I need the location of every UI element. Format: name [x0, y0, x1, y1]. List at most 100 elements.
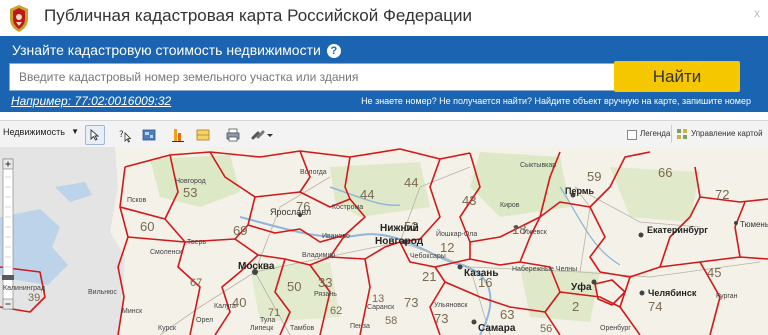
city-label[interactable]: Самара	[478, 323, 515, 334]
region-number: 50	[287, 279, 302, 294]
region-number: 74	[648, 299, 663, 314]
print-button[interactable]	[223, 125, 243, 145]
city-label[interactable]: Чебоксары	[410, 253, 446, 260]
city-label[interactable]: Нижний	[380, 223, 419, 234]
city-label[interactable]: Смоленск	[150, 249, 182, 256]
legend-checkbox[interactable]	[627, 130, 637, 140]
city-label[interactable]: Орел	[196, 317, 213, 324]
layer-select-value: Недвижимость	[3, 127, 65, 137]
region-number: 39	[28, 292, 41, 304]
city-label[interactable]: Тверь	[187, 239, 206, 246]
chevron-down-icon: ▼	[71, 127, 79, 136]
region-number: 73	[434, 311, 449, 326]
page-title: Публичная кадастровая карта Российской Ф…	[44, 6, 472, 25]
city-label[interactable]: Тула	[260, 317, 275, 324]
region-number: 63	[500, 307, 515, 322]
city-label[interactable]: Новгород	[175, 178, 206, 185]
region-number: 45	[707, 265, 722, 280]
city-label[interactable]: Псков	[127, 197, 146, 204]
region-number: 2	[572, 299, 580, 314]
region-number: 66	[658, 165, 673, 180]
city-label[interactable]: Ижевск	[523, 229, 547, 236]
region-number: 33	[318, 275, 333, 290]
city-label[interactable]: Москва	[238, 261, 274, 272]
city-label[interactable]: Минск	[122, 308, 142, 315]
area-icon	[196, 129, 210, 141]
city-label[interactable]: Тюмень	[740, 220, 768, 229]
city-label[interactable]: Челябинск	[648, 288, 696, 298]
city-label[interactable]: Екатеринбург	[647, 225, 708, 235]
identify-tool-button[interactable]: ?	[115, 125, 135, 145]
search-heading: Узнайте кадастровую стоимость недвижимос…	[12, 42, 341, 58]
region-number: 44	[404, 175, 419, 190]
ruler-icon	[172, 129, 184, 142]
layer-select[interactable]: Недвижимость ▼	[3, 127, 79, 141]
map-toolbar: Недвижимость ▼ ? Легенда Управление карт…	[0, 120, 768, 148]
link-button[interactable]	[248, 125, 276, 145]
city-label[interactable]: Оренбург	[600, 325, 631, 332]
city-label[interactable]: Пермь	[565, 186, 594, 196]
link-icon	[251, 130, 273, 140]
city-label[interactable]: Новгород	[375, 236, 423, 247]
layers-tool-button[interactable]	[139, 125, 159, 145]
city-label[interactable]: Кострома	[332, 204, 363, 211]
city-label[interactable]: Ярославл	[270, 207, 311, 217]
region-number: 72	[715, 187, 730, 202]
city-label[interactable]: Набережные Челны	[512, 266, 577, 273]
city-label[interactable]: Киров	[500, 202, 520, 209]
region-number: 21	[422, 269, 437, 284]
city-label[interactable]: Рязань	[314, 291, 337, 298]
area-tool-button[interactable]	[193, 125, 213, 145]
region-number: 56	[540, 323, 553, 335]
city-label[interactable]: Курск	[158, 325, 176, 332]
grid-icon	[677, 129, 687, 139]
city-label[interactable]: Калининград	[3, 285, 45, 292]
city-label[interactable]: Курган	[716, 293, 738, 300]
city-label[interactable]: Ульяновск	[434, 302, 467, 309]
region-number: 53	[183, 185, 198, 200]
search-heading-text: Узнайте кадастровую стоимость недвижимос…	[12, 42, 321, 58]
map-management-button[interactable]: Управление картой	[671, 125, 768, 143]
layers-icon	[142, 129, 156, 141]
find-button[interactable]: Найти	[614, 61, 740, 92]
region-number: 59	[587, 169, 602, 184]
city-label[interactable]: Йошкар-Ола	[436, 231, 477, 238]
legend-label: Легенда	[640, 129, 671, 138]
pointer-tool-button[interactable]	[85, 125, 105, 145]
region-number: 73	[404, 295, 419, 310]
cadastral-map[interactable]: 60 53 69 76 44 44 43 59 66 72 18 12 52 1…	[0, 147, 768, 335]
city-label[interactable]: Калуга	[214, 303, 236, 310]
region-number: 62	[330, 305, 343, 317]
region-number: 43	[462, 193, 477, 208]
region-number: 60	[140, 219, 155, 234]
region-number: 67	[190, 277, 203, 289]
map-management-label: Управление картой	[691, 129, 763, 138]
city-label[interactable]: Вологда	[300, 169, 327, 176]
city-label[interactable]: Вильнюс	[88, 289, 117, 296]
city-label[interactable]: Уфа	[571, 282, 592, 293]
measure-tool-button[interactable]	[168, 125, 188, 145]
city-label[interactable]: Тамбов	[290, 325, 314, 332]
city-label[interactable]: Иваново	[322, 233, 350, 240]
city-label[interactable]: Владимир	[302, 252, 335, 259]
city-label[interactable]: Пенза	[350, 323, 370, 330]
cadastral-number-input[interactable]	[9, 63, 615, 91]
city-label[interactable]: Липецк	[250, 325, 273, 332]
city-label[interactable]: Сыктывкар	[520, 162, 556, 169]
region-number: 69	[233, 223, 248, 238]
cursor-icon	[90, 129, 100, 141]
example-link[interactable]: Например: 77:02:0016009:32	[11, 94, 171, 108]
header: Публичная кадастровая карта Российской Ф…	[0, 0, 768, 36]
close-icon[interactable]: x	[754, 6, 764, 20]
help-icon[interactable]: ?	[326, 44, 341, 58]
question-cursor-icon: ?	[119, 130, 132, 143]
svg-text:?: ?	[119, 130, 124, 140]
region-number: 58	[385, 315, 398, 327]
region-number: 44	[360, 187, 375, 202]
printer-icon	[226, 128, 240, 142]
city-label[interactable]: Саранск	[367, 304, 394, 311]
manual-search-hint: Не знаете номер? Не получается найти? На…	[361, 96, 751, 106]
search-panel: Узнайте кадастровую стоимость недвижимос…	[0, 36, 768, 112]
coat-of-arms-icon	[10, 5, 28, 32]
city-label[interactable]: Казань	[464, 268, 499, 279]
